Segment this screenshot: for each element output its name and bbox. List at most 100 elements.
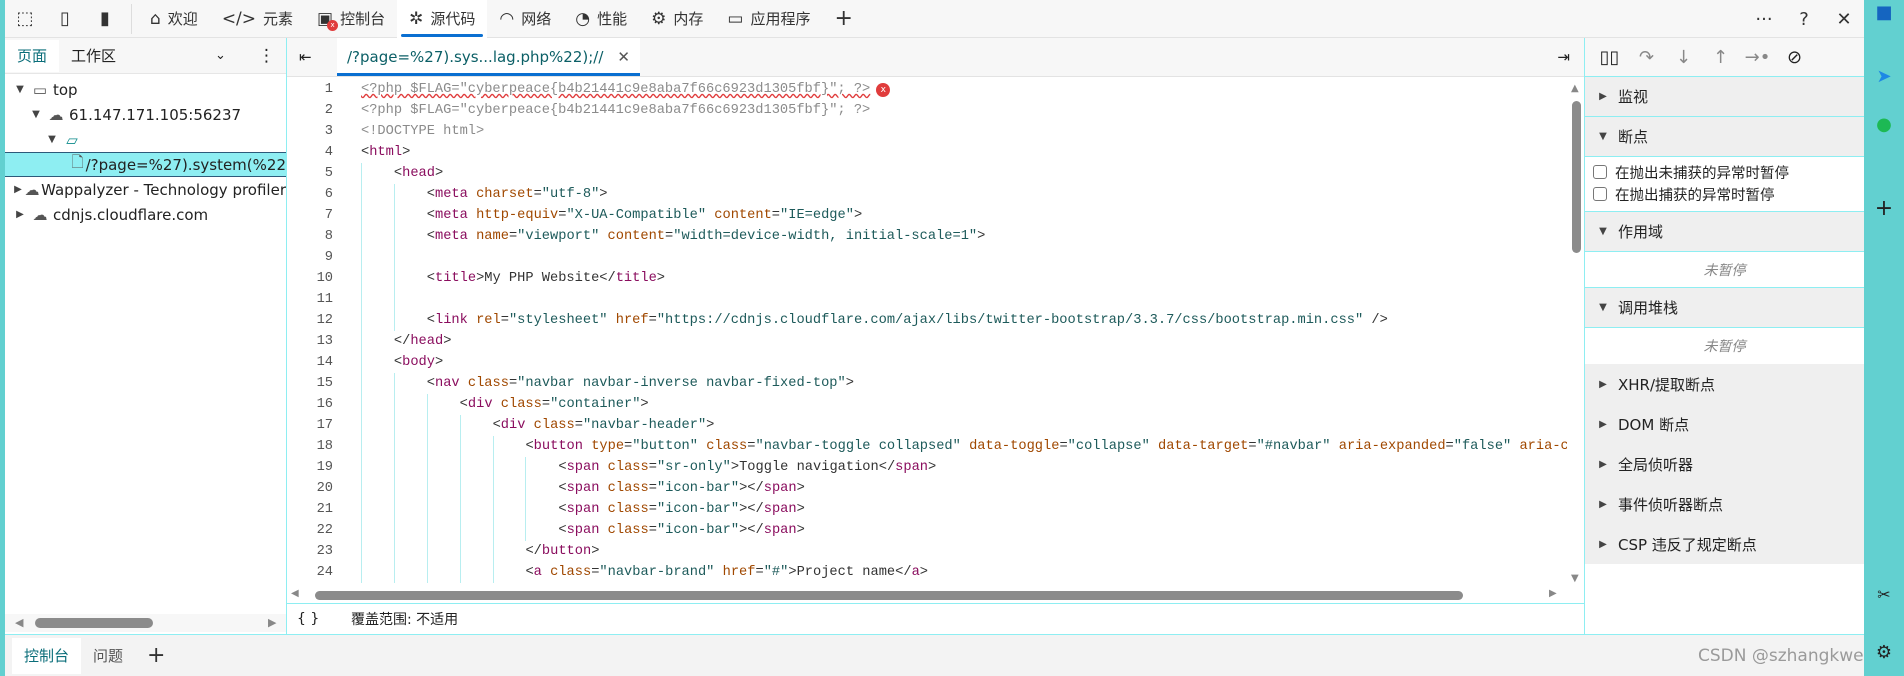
indent-guide	[393, 478, 427, 499]
line-number[interactable]: 12	[287, 313, 333, 328]
tab-workspace[interactable]: 工作区	[59, 40, 128, 72]
tab-5[interactable]: ◔ 性能	[563, 0, 639, 38]
tree-item[interactable]: ▼ ☁ 61.147.171.105:56237	[5, 102, 286, 127]
tab-4[interactable]: ◠ 网络	[487, 0, 563, 38]
triangle-right-icon[interactable]: ▶	[13, 184, 23, 195]
code-text: <body>	[394, 355, 443, 370]
section-3[interactable]: ▶ 事件侦听器断点	[1585, 484, 1864, 524]
inspect-element-icon[interactable]: ⬚	[5, 0, 45, 38]
device-emulation-icon[interactable]: ▯	[45, 0, 85, 38]
screenshot-icon[interactable]: ✂	[1872, 585, 1896, 604]
checkbox[interactable]	[1593, 187, 1607, 201]
tab-0[interactable]: ⌂ 欢迎	[138, 0, 210, 38]
code-text: <span class="sr-only">Toggle navigation<…	[558, 460, 936, 475]
file-tab[interactable]: /?page=%27).sys...lag.php%22);// ✕	[337, 38, 640, 76]
tree-item[interactable]: 🗋/?page=%27).system(%22	[5, 152, 286, 177]
indent-guide	[525, 520, 558, 541]
triangle-right-icon[interactable]: ▶	[13, 209, 27, 220]
more-vertical-icon[interactable]: ⋮	[258, 46, 275, 66]
line-number[interactable]: 3	[287, 124, 333, 139]
line-number[interactable]: 14	[287, 355, 333, 370]
error-icon[interactable]: x	[876, 82, 891, 97]
pause-icon[interactable]: ▯▯	[1595, 47, 1624, 68]
line-number[interactable]: 9	[287, 250, 333, 265]
code-view[interactable]: 1 <?php $FLAG="cyberpeace{b4b21441c9e8aba…	[287, 79, 1567, 591]
line-number[interactable]: 19	[287, 460, 333, 475]
section-0[interactable]: ▶ XHR/提取断点	[1585, 364, 1864, 404]
frame-icon: ▭	[32, 80, 48, 99]
section-scope[interactable]: ▼ 作用域	[1585, 212, 1864, 252]
horizontal-scrollbar[interactable]: ◀ ▶	[287, 588, 1567, 603]
tree-item[interactable]: ▶ ☁ Wappalyzer - Technology profiler	[5, 177, 286, 202]
tab-3[interactable]: ✲ 源代码	[397, 0, 488, 38]
tab-7[interactable]: ▭ 应用程序	[715, 0, 822, 38]
triangle-down-icon[interactable]: ▼	[29, 109, 43, 120]
section-4[interactable]: ▶ CSP 违反了规定断点	[1585, 524, 1864, 564]
chevron-down-icon[interactable]: ⌄	[215, 48, 226, 63]
section-breakpoints[interactable]: ▼ 断点	[1585, 117, 1864, 157]
outlook-icon[interactable]: ■	[1872, 2, 1896, 23]
line-number[interactable]: 24	[287, 565, 333, 580]
line-number[interactable]: 2	[287, 103, 333, 118]
toggle-navigator-icon[interactable]: ⇤	[299, 48, 312, 66]
code-token: =	[755, 565, 764, 580]
close-icon[interactable]: ✕	[1824, 0, 1864, 38]
line-number[interactable]: 7	[287, 208, 333, 223]
step-into-icon[interactable]: ↓	[1669, 47, 1698, 68]
more-icon[interactable]: ···	[1744, 0, 1784, 38]
add-drawer-tab-button[interactable]: +	[135, 638, 177, 674]
line-number[interactable]: 6	[287, 187, 333, 202]
line-number[interactable]: 17	[287, 418, 333, 433]
add-tab-button[interactable]: +	[822, 0, 864, 38]
line-number[interactable]: 23	[287, 544, 333, 559]
code-token: </	[393, 334, 411, 349]
close-tab-icon[interactable]: ✕	[617, 48, 630, 66]
add-icon[interactable]: +	[1872, 196, 1896, 221]
tab-6[interactable]: ⚙ 内存	[639, 0, 715, 38]
vertical-scrollbar[interactable]: ▲ ▼	[1569, 79, 1584, 591]
drawer-tab-console[interactable]: 控制台	[12, 637, 82, 674]
toggle-sidebar-icon[interactable]: ▮	[85, 0, 125, 38]
tree-item[interactable]: ▼ ▱	[5, 127, 286, 152]
tab-2[interactable]: ▣ 控制台 x	[305, 0, 397, 38]
spotify-icon[interactable]: ●	[1872, 114, 1896, 135]
section-2[interactable]: ▶ 全局侦听器	[1585, 444, 1864, 484]
telegram-icon[interactable]: ➤	[1872, 66, 1896, 87]
line-number[interactable]: 20	[287, 481, 333, 496]
triangle-down-icon[interactable]: ▼	[13, 84, 27, 95]
section-call-stack[interactable]: ▼ 调用堆栈	[1585, 288, 1864, 328]
line-number[interactable]: 21	[287, 502, 333, 517]
line-content	[361, 247, 427, 268]
pause-uncaught-checkbox[interactable]: 在抛出未捕获的异常时暂停	[1585, 161, 1864, 183]
line-number[interactable]: 15	[287, 376, 333, 391]
step-icon[interactable]: →•	[1743, 47, 1772, 68]
tab-page[interactable]: 页面	[5, 39, 60, 72]
line-number[interactable]: 18	[287, 439, 333, 454]
tab-1[interactable]: </> 元素	[210, 0, 305, 38]
line-number[interactable]: 5	[287, 166, 333, 181]
section-1[interactable]: ▶ DOM 断点	[1585, 404, 1864, 444]
section-watch[interactable]: ▶ 监视	[1585, 77, 1864, 117]
deactivate-breakpoints-icon[interactable]: ⊘	[1780, 47, 1809, 68]
line-number[interactable]: 10	[287, 271, 333, 286]
horizontal-scrollbar[interactable]: ◀ ▶	[5, 614, 286, 632]
toggle-debugger-icon[interactable]: ⇥	[1557, 48, 1570, 66]
line-number[interactable]: 8	[287, 229, 333, 244]
tree-item[interactable]: ▶ ☁ cdnjs.cloudflare.com	[5, 202, 286, 227]
line-number[interactable]: 4	[287, 145, 333, 160]
line-number[interactable]: 1	[287, 82, 333, 97]
step-over-icon[interactable]: ↷	[1632, 47, 1661, 68]
line-number[interactable]: 16	[287, 397, 333, 412]
step-out-icon[interactable]: ↑	[1706, 47, 1735, 68]
pretty-print-button[interactable]: { }	[297, 611, 351, 627]
tree-item[interactable]: ▼ ▭ top	[5, 77, 286, 102]
line-number[interactable]: 11	[287, 292, 333, 307]
pause-caught-checkbox[interactable]: 在抛出捕获的异常时暂停	[1585, 183, 1864, 205]
line-number[interactable]: 13	[287, 334, 333, 349]
drawer-tab-issues[interactable]: 问题	[81, 638, 135, 674]
checkbox[interactable]	[1593, 165, 1607, 179]
line-number[interactable]: 22	[287, 523, 333, 538]
triangle-down-icon[interactable]: ▼	[45, 134, 59, 145]
settings-icon[interactable]: ⚙	[1872, 642, 1896, 663]
help-icon[interactable]: ?	[1784, 0, 1824, 38]
